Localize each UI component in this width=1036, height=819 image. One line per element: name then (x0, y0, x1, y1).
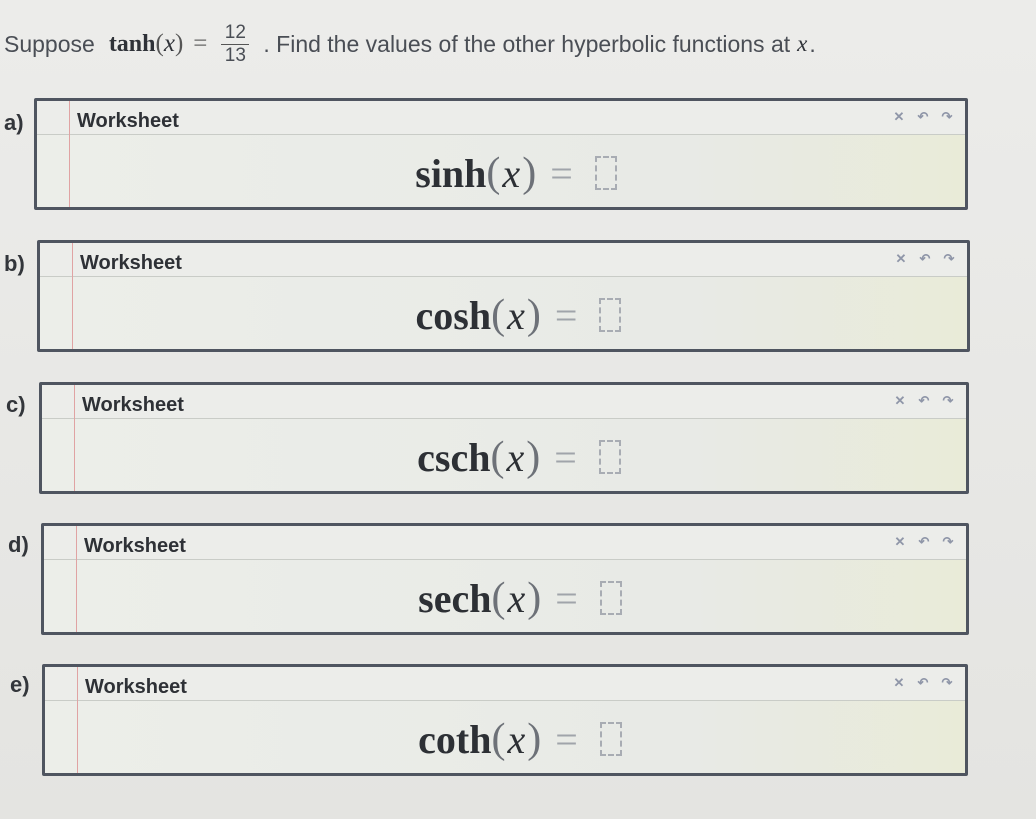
question-suffix: . Find the values of the other hyperboli… (263, 30, 791, 57)
close-paren: ) (527, 575, 542, 621)
part-label-c: c) (6, 392, 26, 417)
function-name: cosh (415, 292, 492, 338)
question-suffix-variable: x (797, 31, 808, 56)
worksheet-b: Worksheet ✕ ↶ ↷ cosh ( x ) = (37, 240, 970, 352)
answer-input-e[interactable] (599, 722, 622, 756)
formula-row: sinh ( x ) = (37, 143, 965, 203)
worksheet-e: Worksheet ✕ ↶ ↷ coth ( x ) = (42, 664, 968, 776)
question-fraction: 12 13 (221, 21, 250, 67)
answer-input-c[interactable] (598, 440, 621, 474)
worksheet-d: Worksheet ✕ ↶ ↷ sech ( x ) = (41, 523, 969, 635)
undo-arrow-icon[interactable]: ↶ (913, 675, 933, 691)
worksheet-title: Worksheet (84, 535, 186, 557)
formula-row: coth ( x ) = (45, 709, 965, 769)
question-end: . (809, 30, 816, 57)
variable: x (507, 575, 526, 621)
undo-arrow-icon[interactable]: ↶ (915, 251, 935, 267)
answer-input-b[interactable] (599, 298, 622, 332)
function-name: sech (418, 575, 492, 621)
part-label-b: b) (4, 251, 25, 276)
undo-arrow-icon[interactable]: ↶ (914, 534, 934, 550)
clear-x-icon[interactable]: ✕ (890, 393, 910, 409)
variable: x (502, 150, 521, 196)
worksheet-toolbar: ✕ ↶ ↷ (890, 534, 958, 550)
worksheet-toolbar: ✕ ↶ ↷ (890, 393, 958, 409)
question-open-paren: ( (155, 30, 164, 57)
part-label-d: d) (8, 532, 29, 557)
open-paren: ( (490, 434, 505, 480)
redo-arrow-icon[interactable]: ↷ (937, 675, 957, 691)
close-paren: ) (522, 150, 537, 196)
variable: x (507, 716, 526, 762)
equals-sign: = (555, 575, 578, 621)
function-name: csch (417, 434, 491, 480)
fraction-denominator: 13 (224, 44, 246, 66)
worksheet-title: Worksheet (77, 110, 179, 132)
question-prefix: Suppose (4, 30, 95, 57)
function-name: sinh (415, 150, 487, 196)
worksheet-a: Worksheet ✕ ↶ ↷ sinh ( x ) = (34, 98, 968, 210)
worksheet-title: Worksheet (80, 252, 182, 274)
close-paren: ) (526, 292, 541, 338)
redo-arrow-icon[interactable]: ↷ (939, 251, 959, 267)
part-label-a: a) (4, 110, 24, 135)
worksheet-title: Worksheet (85, 676, 187, 698)
variable: x (506, 434, 525, 480)
worksheet-toolbar: ✕ ↶ ↷ (891, 251, 959, 267)
undo-arrow-icon[interactable]: ↶ (913, 109, 933, 125)
part-label-e: e) (10, 672, 30, 697)
worksheet-toolbar: ✕ ↶ ↷ (889, 675, 957, 691)
formula-row: sech ( x ) = (44, 568, 966, 628)
formula-row: csch ( x ) = (42, 427, 966, 487)
equals-sign: = (550, 150, 573, 196)
undo-arrow-icon[interactable]: ↶ (914, 393, 934, 409)
redo-arrow-icon[interactable]: ↷ (938, 534, 958, 550)
answer-input-d[interactable] (599, 581, 622, 615)
question-function: tanh (108, 30, 156, 57)
worksheet-title: Worksheet (82, 394, 184, 416)
equals-sign: = (554, 292, 578, 338)
open-paren: ( (491, 575, 506, 621)
close-paren: ) (526, 434, 541, 480)
formula-row: cosh ( x ) = (40, 285, 967, 345)
clear-x-icon[interactable]: ✕ (889, 109, 909, 125)
clear-x-icon[interactable]: ✕ (890, 534, 910, 550)
equals-sign: = (555, 716, 578, 762)
open-paren: ( (491, 292, 506, 338)
close-paren: ) (527, 716, 542, 762)
answer-input-a[interactable] (594, 156, 617, 190)
equals-sign: = (554, 434, 577, 480)
question-equals: = (193, 30, 208, 57)
worksheet-c: Worksheet ✕ ↶ ↷ csch ( x ) = (39, 382, 969, 494)
worksheet-toolbar: ✕ ↶ ↷ (889, 109, 957, 125)
function-name: coth (418, 716, 492, 762)
redo-arrow-icon[interactable]: ↷ (938, 393, 958, 409)
variable: x (507, 292, 525, 338)
question-variable: x (163, 30, 175, 57)
clear-x-icon[interactable]: ✕ (889, 675, 909, 691)
clear-x-icon[interactable]: ✕ (891, 251, 911, 267)
open-paren: ( (486, 150, 501, 196)
redo-arrow-icon[interactable]: ↷ (937, 109, 957, 125)
question-close-paren: ) (174, 30, 184, 57)
fraction-numerator: 12 (224, 21, 246, 43)
open-paren: ( (491, 716, 506, 762)
question-text: Suppose tanh ( x ) = 12 13 . Find the va… (4, 14, 1024, 74)
